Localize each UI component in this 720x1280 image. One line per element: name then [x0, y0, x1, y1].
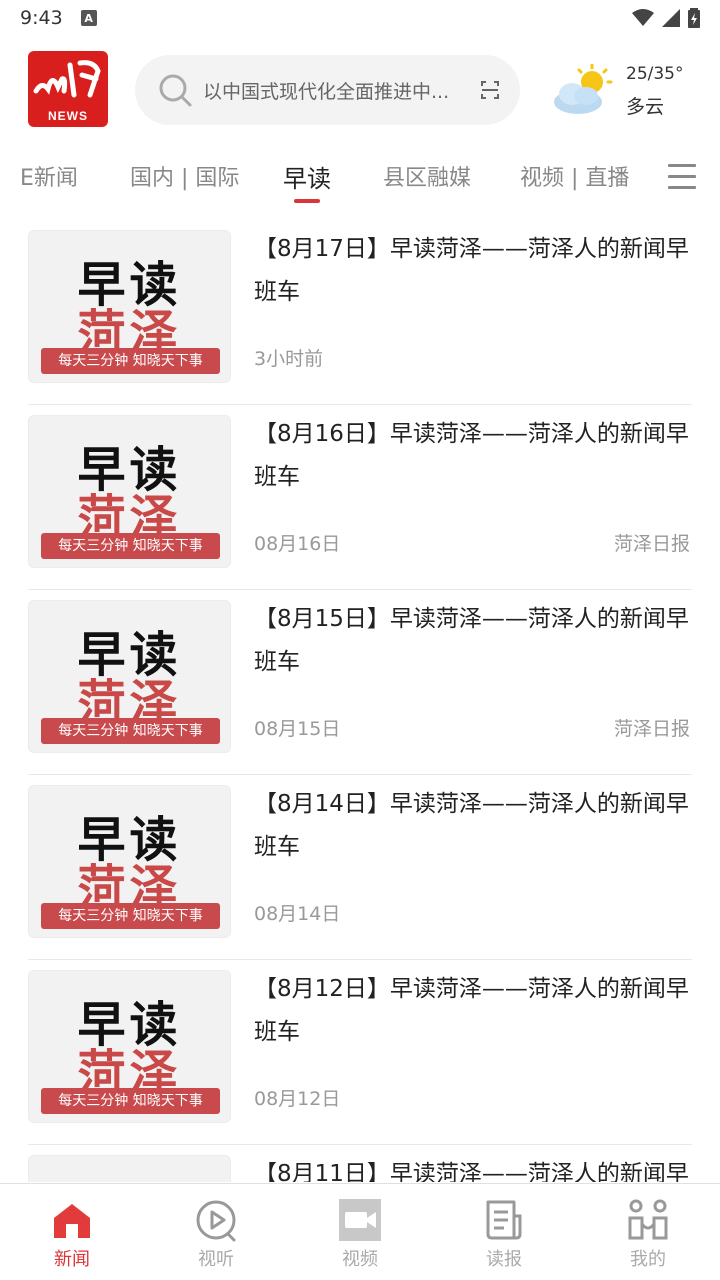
news-title: 【8月16日】早读菏泽——菏泽人的新闻早班车 [254, 421, 689, 490]
news-title: 【8月14日】早读菏泽——菏泽人的新闻早班车 [254, 791, 689, 860]
tab-morning-read[interactable]: 早读 [283, 159, 331, 194]
news-item[interactable]: 早读 菏泽 每天三分钟 知晓天下事 【8月14日】早读菏泽——菏泽人的新闻早班车… [28, 775, 692, 960]
weather-widget[interactable]: 25/35° 多云 [550, 60, 710, 120]
news-title: 【8月11日】早读菏泽——菏泽人的新闻早班车 [254, 1161, 689, 1182]
news-thumbnail: 早读 菏泽 每天三分钟 知晓天下事 [28, 230, 231, 383]
scan-icon[interactable] [480, 80, 500, 100]
nav-label: 我的 [630, 1249, 666, 1270]
nav-label: 读报 [486, 1249, 522, 1270]
nav-label: 视频 [342, 1249, 378, 1270]
wifi-icon [632, 9, 654, 26]
weather-temperature: 25/35° [626, 64, 684, 84]
news-item[interactable]: 早读 菏泽 每天三分钟 知晓天下事 【8月11日】早读菏泽——菏泽人的新闻早班车 [28, 1145, 692, 1182]
category-tabs: E新闻 国内 | 国际 早读 县区融媒 视频 | 直播 [0, 150, 720, 210]
nav-news[interactable]: 新闻 [0, 1184, 144, 1280]
home-icon [54, 1204, 90, 1238]
nav-video[interactable]: 视频 [288, 1184, 432, 1280]
status-time: 9:43 [20, 7, 63, 29]
logo-mark-icon [33, 60, 101, 98]
news-time: 08月12日 [254, 1088, 341, 1110]
nav-newspaper[interactable]: 读报 [432, 1184, 576, 1280]
tab-county-media[interactable]: 县区融媒 [383, 160, 471, 192]
signal-icon [662, 9, 680, 27]
app-header: NEWS 以中国式现代化全面推进中... 25/35° 多云 [0, 48, 720, 132]
status-icons [632, 8, 700, 28]
news-thumbnail: 早读 菏泽 每天三分钟 知晓天下事 [28, 600, 231, 753]
search-placeholder: 以中国式现代化全面推进中... [203, 80, 450, 103]
news-time: 08月15日 [254, 718, 341, 740]
active-tab-indicator [294, 199, 320, 203]
tab-domestic-international[interactable]: 国内 | 国际 [130, 160, 239, 192]
newspaper-icon [486, 1200, 522, 1240]
profile-icon [628, 1199, 668, 1240]
news-item[interactable]: 早读 菏泽 每天三分钟 知晓天下事 【8月15日】早读菏泽——菏泽人的新闻早班车… [28, 590, 692, 775]
app-logo[interactable]: NEWS [28, 51, 108, 127]
news-time: 08月14日 [254, 903, 341, 925]
logo-text: NEWS [48, 109, 88, 123]
bottom-nav: 新闻 视听 视频 读报 我的 [0, 1183, 720, 1280]
news-thumbnail: 早读 菏泽 每天三分钟 知晓天下事 [28, 970, 231, 1123]
news-time: 08月16日 [254, 533, 341, 555]
news-thumbnail: 早读 菏泽 每天三分钟 知晓天下事 [28, 415, 231, 568]
nav-label: 视听 [198, 1249, 234, 1270]
search-bar[interactable]: 以中国式现代化全面推进中... [135, 55, 520, 125]
news-source: 菏泽日报 [613, 718, 690, 740]
partly-cloudy-icon [554, 64, 613, 114]
news-title: 【8月17日】早读菏泽——菏泽人的新闻早班车 [254, 236, 689, 305]
play-circle-icon [196, 1200, 236, 1242]
tab-local-news[interactable]: E新闻 [20, 160, 78, 192]
video-camera-icon [339, 1199, 381, 1241]
news-item[interactable]: 早读 菏泽 每天三分钟 知晓天下事 【8月12日】早读菏泽——菏泽人的新闻早班车… [28, 960, 692, 1145]
news-source: 菏泽日报 [613, 533, 690, 555]
news-title: 【8月15日】早读菏泽——菏泽人的新闻早班车 [254, 606, 689, 675]
weather-description: 多云 [626, 96, 665, 118]
nav-profile[interactable]: 我的 [576, 1184, 720, 1280]
search-icon [159, 74, 192, 107]
menu-icon[interactable] [668, 164, 696, 190]
news-item[interactable]: 早读 菏泽 每天三分钟 知晓天下事 【8月17日】早读菏泽——菏泽人的新闻早班车… [28, 220, 692, 405]
battery-icon [688, 8, 700, 28]
nav-audio-video[interactable]: 视听 [144, 1184, 288, 1280]
news-title: 【8月12日】早读菏泽——菏泽人的新闻早班车 [254, 976, 689, 1045]
tab-video-live[interactable]: 视频 | 直播 [520, 160, 629, 192]
notification-icon: A [80, 10, 97, 26]
status-bar: 9:43 A [0, 0, 720, 36]
news-item[interactable]: 早读 菏泽 每天三分钟 知晓天下事 【8月16日】早读菏泽——菏泽人的新闻早班车… [28, 405, 692, 590]
news-thumbnail: 早读 菏泽 每天三分钟 知晓天下事 [28, 785, 231, 938]
news-time: 3小时前 [254, 348, 324, 370]
news-thumbnail: 早读 菏泽 每天三分钟 知晓天下事 [28, 1155, 231, 1182]
nav-label: 新闻 [54, 1249, 90, 1270]
news-list: 早读 菏泽 每天三分钟 知晓天下事 【8月17日】早读菏泽——菏泽人的新闻早班车… [28, 220, 692, 1182]
